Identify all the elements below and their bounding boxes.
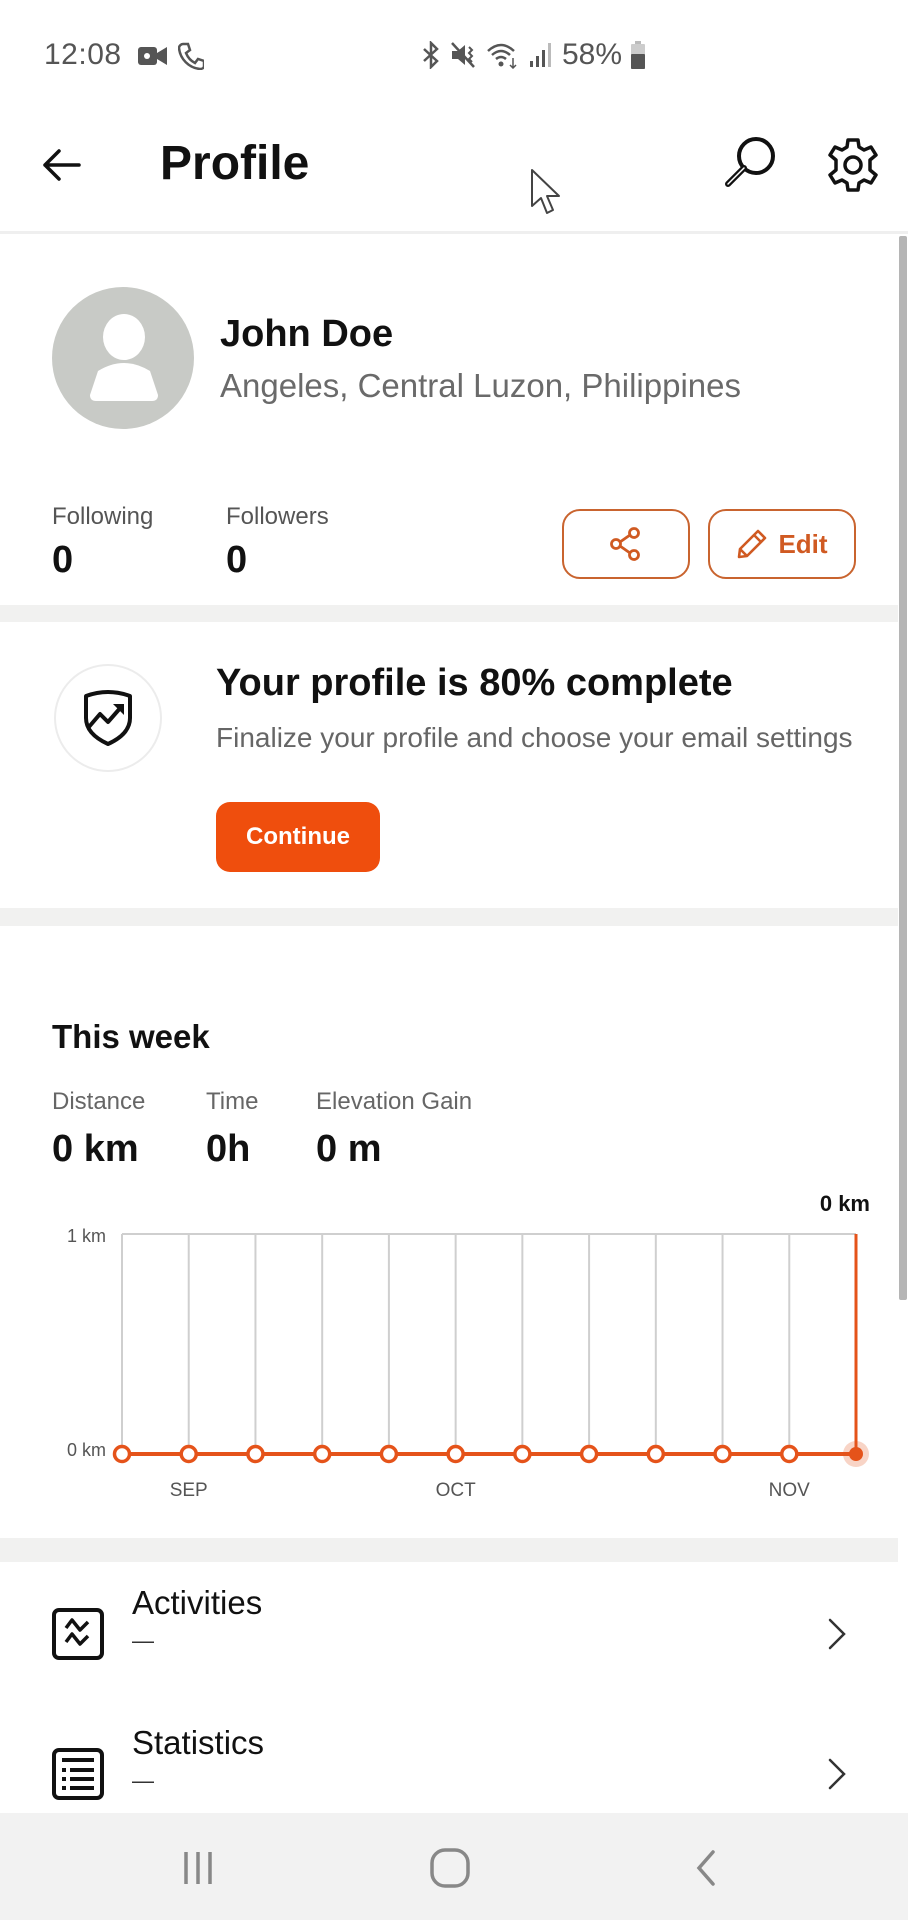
list-item-activities[interactable]: Activities —	[0, 1562, 898, 1702]
app-header: Profile	[0, 112, 908, 234]
x-tick-label: SEP	[170, 1480, 208, 1501]
x-tick-label: NOV	[769, 1480, 811, 1501]
data-point	[446, 1444, 465, 1464]
list-item-statistics[interactable]: Statistics —	[0, 1704, 898, 1812]
scrollbar[interactable]	[899, 236, 907, 1300]
continue-button[interactable]: Continue	[216, 802, 380, 872]
recents-button[interactable]	[168, 1843, 228, 1893]
chevron-right-icon	[828, 1758, 846, 1790]
y-tick-label: 0 km	[67, 1440, 106, 1460]
gear-icon	[828, 138, 878, 192]
back-button[interactable]	[36, 140, 86, 190]
following-stat[interactable]: Following 0	[52, 503, 153, 582]
section-divider	[0, 908, 898, 926]
signal-icon	[530, 43, 551, 67]
user-location: Angeles, Central Luzon, Philippines	[220, 367, 741, 404]
followers-stat[interactable]: Followers 0	[226, 503, 329, 582]
followers-label: Followers	[226, 503, 329, 530]
bluetooth-icon	[423, 41, 439, 69]
x-tick-label: OCT	[436, 1480, 477, 1501]
following-count: 0	[52, 539, 74, 581]
home-icon	[430, 1848, 470, 1888]
activity-icon	[52, 1608, 104, 1660]
status-left-icons	[138, 42, 204, 70]
system-back-button[interactable]	[676, 1843, 736, 1893]
share-icon	[610, 527, 640, 561]
default-user-icon	[90, 314, 158, 401]
section-divider	[0, 1538, 898, 1562]
statistics-icon	[52, 1748, 104, 1800]
phone-call-icon	[178, 42, 204, 70]
section-divider	[0, 605, 898, 622]
completion-subtitle: Finalize your profile and choose your em…	[216, 722, 853, 753]
recents-icon	[184, 1852, 212, 1884]
data-point	[312, 1444, 332, 1464]
page-title: Profile	[160, 137, 310, 190]
avatar[interactable]	[52, 287, 194, 429]
mouse-cursor-icon	[531, 169, 560, 214]
edit-label: Edit	[778, 528, 828, 559]
status-bar: 12:08 58%	[0, 0, 908, 112]
status-right-icons: 58%	[420, 38, 646, 72]
completion-title: Your profile is 80% complete	[216, 662, 733, 704]
user-name: John Doe	[220, 313, 394, 355]
arrow-left-icon	[43, 149, 81, 181]
battery-icon	[631, 41, 646, 69]
this-week-card: This week Distance 0 km Time 0h Elevatio…	[0, 926, 898, 1538]
followers-count: 0	[226, 539, 248, 581]
highlight-point	[849, 1447, 863, 1461]
y-tick-label: 1 km	[67, 1226, 106, 1246]
list-item-label: Statistics	[132, 1724, 265, 1761]
search-button[interactable]	[720, 132, 782, 194]
following-label: Following	[52, 503, 154, 530]
edit-profile-button[interactable]: Edit	[708, 509, 856, 579]
back-icon	[696, 1850, 715, 1886]
share-profile-button[interactable]	[562, 509, 690, 579]
list-item-subtitle: —	[132, 1768, 154, 1793]
home-button[interactable]	[420, 1843, 480, 1893]
chevron-right-icon	[828, 1618, 846, 1650]
battery-percent: 58%	[562, 38, 623, 71]
settings-button[interactable]	[822, 134, 884, 196]
profile-menu-list: Activities — Statistics —	[0, 1562, 898, 1812]
chart-current-value: 0 km	[820, 1191, 870, 1216]
video-call-icon	[138, 47, 167, 65]
pencil-icon	[738, 529, 767, 559]
list-item-subtitle: —	[132, 1628, 154, 1653]
data-point	[179, 1444, 198, 1464]
mute-vibrate-icon	[451, 42, 475, 68]
system-nav-bar	[0, 1813, 908, 1920]
data-point	[112, 1444, 132, 1464]
wifi-icon	[487, 43, 517, 69]
profile-card: John Doe Angeles, Central Luzon, Philipp…	[0, 237, 898, 605]
data-point	[246, 1444, 265, 1464]
shield-trend-icon	[84, 690, 132, 746]
status-time: 12:08	[44, 38, 122, 71]
list-item-label: Activities	[132, 1584, 263, 1621]
data-point	[379, 1444, 399, 1464]
completion-badge	[54, 664, 162, 772]
search-icon	[725, 137, 775, 187]
data-point	[713, 1444, 732, 1464]
data-point	[513, 1444, 532, 1464]
data-point	[646, 1444, 666, 1464]
weekly-distance-chart[interactable]: 0 km 1 km 0 km SEP OCT NOV	[0, 926, 898, 1538]
data-point	[579, 1444, 599, 1464]
profile-completion-card: Your profile is 80% complete Finalize yo…	[0, 622, 898, 908]
data-point	[780, 1444, 799, 1464]
